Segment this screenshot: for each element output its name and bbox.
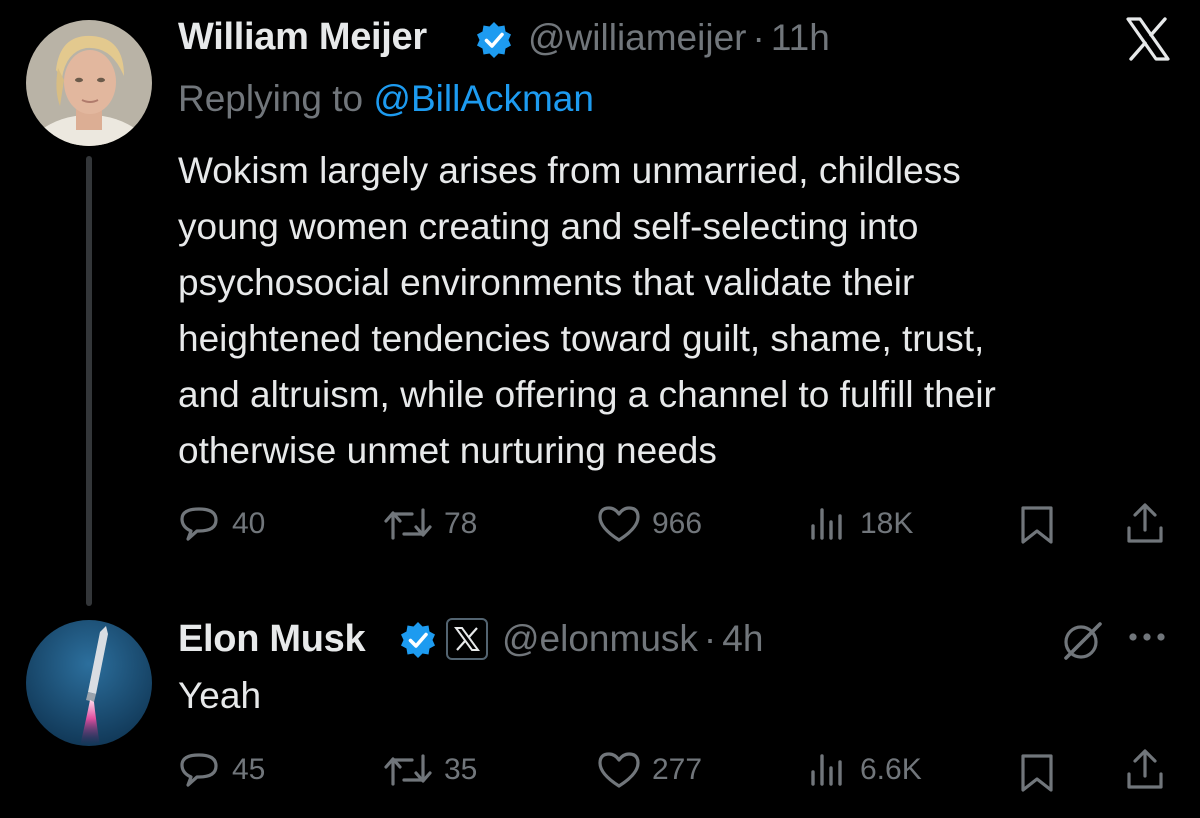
share-button[interactable]	[1124, 502, 1166, 546]
avatar-image	[26, 20, 152, 146]
bookmark-button[interactable]	[1018, 504, 1056, 546]
affiliate-x-badge-icon[interactable]	[446, 618, 488, 660]
avatar-image	[26, 620, 152, 746]
avatar-elon-musk[interactable]	[26, 620, 152, 746]
avatar-william-meijer[interactable]	[26, 20, 152, 146]
separator: ·	[703, 618, 717, 659]
reply-button[interactable]: 40	[178, 504, 265, 544]
bookmark-icon	[1021, 754, 1053, 792]
repost-icon	[384, 508, 432, 540]
replying-to: Replying to @BillAckman	[178, 78, 594, 120]
x-logo-icon	[1126, 17, 1170, 61]
verified-badge-icon	[398, 620, 438, 660]
close-button[interactable]	[1124, 16, 1172, 62]
tweet-text-line: young women creating and self-selecting …	[178, 206, 919, 247]
author-name[interactable]: Elon Musk	[178, 618, 366, 661]
analytics-icon	[811, 754, 842, 786]
tweet-text-line: otherwise unmet nurturing needs	[178, 430, 717, 471]
like-button[interactable]: 277	[596, 750, 702, 790]
tweet-text-line: heightened tendencies toward guilt, sham…	[178, 318, 985, 359]
share-button[interactable]	[1124, 748, 1166, 792]
views-count: 6.6K	[860, 753, 922, 786]
replying-mention-link[interactable]: @BillAckman	[373, 78, 594, 119]
verified-badge-icon	[474, 20, 514, 60]
author-name[interactable]: William Meijer	[178, 16, 427, 59]
bookmark-button[interactable]	[1018, 752, 1056, 794]
heart-icon	[598, 506, 640, 542]
share-icon	[1127, 503, 1163, 543]
heart-icon	[598, 752, 640, 788]
tweet-text-line: psychosocial environments that validate …	[178, 262, 915, 303]
reply-icon	[180, 753, 218, 787]
repost-count: 35	[444, 753, 478, 786]
views-button[interactable]: 18K	[806, 504, 913, 544]
tweet-text-line: Wokism largely arises from unmarried, ch…	[178, 150, 961, 191]
share-icon	[1127, 749, 1163, 789]
separator: ·	[752, 17, 765, 58]
repost-button[interactable]: 35	[382, 750, 477, 790]
repost-icon	[384, 754, 432, 786]
reply-count: 40	[232, 507, 266, 540]
author-handle-time: @elonmusk · 4h	[502, 618, 763, 660]
thread-line	[86, 156, 92, 606]
tweet-text: Yeah	[178, 675, 262, 716]
views-button[interactable]: 6.6K	[806, 750, 922, 790]
replying-prefix: Replying to	[178, 78, 364, 119]
like-count: 277	[652, 753, 703, 786]
tweet-text: Wokism largely arises from unmarried, ch…	[178, 143, 1183, 479]
grok-icon[interactable]	[1058, 618, 1106, 671]
views-count: 18K	[860, 507, 914, 540]
like-count: 966	[652, 507, 703, 540]
reply-count: 45	[232, 753, 266, 786]
more-options-icon[interactable]	[1126, 630, 1168, 649]
reply-icon	[180, 507, 218, 541]
timestamp[interactable]: 4h	[722, 618, 763, 659]
like-button[interactable]: 966	[596, 504, 702, 544]
bookmark-icon	[1021, 506, 1053, 544]
author-handle[interactable]: @elonmusk	[502, 618, 698, 659]
reply-button[interactable]: 45	[178, 750, 265, 790]
repost-button[interactable]: 78	[382, 504, 477, 544]
tweet-text-line: and altruism, while offering a channel t…	[178, 374, 996, 415]
repost-count: 78	[444, 507, 478, 540]
timestamp[interactable]: 11h	[771, 17, 830, 58]
author-handle-time: @williameijer · 11h	[528, 17, 830, 59]
author-handle[interactable]: @williameijer	[528, 17, 746, 58]
analytics-icon	[811, 508, 842, 540]
